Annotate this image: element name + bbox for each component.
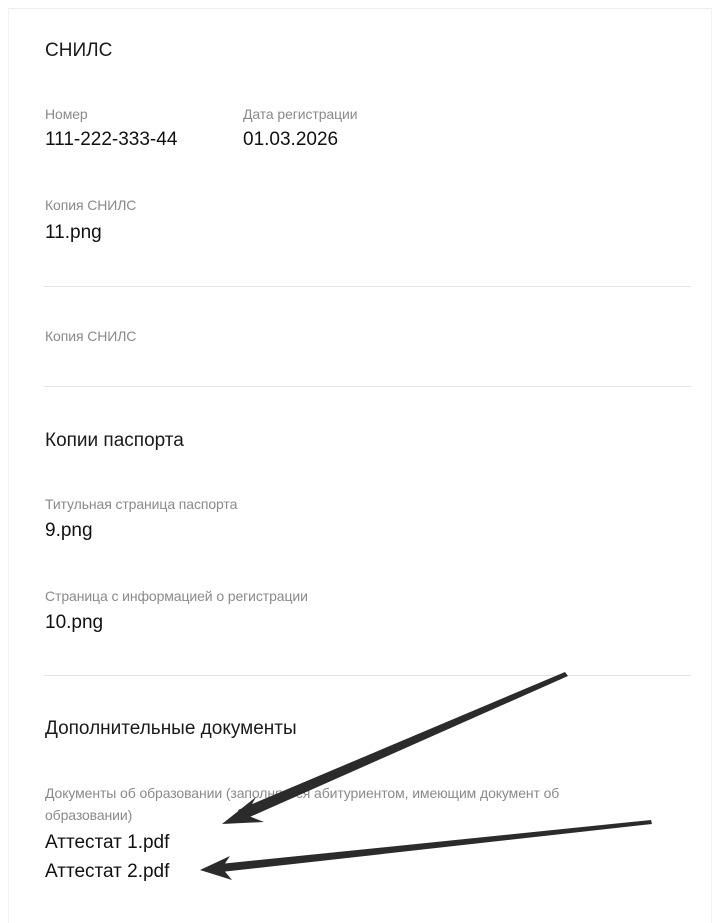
arrow-1-shaft	[238, 672, 568, 820]
arrow-2-shaft	[220, 820, 652, 872]
annotation-arrows	[200, 672, 652, 880]
